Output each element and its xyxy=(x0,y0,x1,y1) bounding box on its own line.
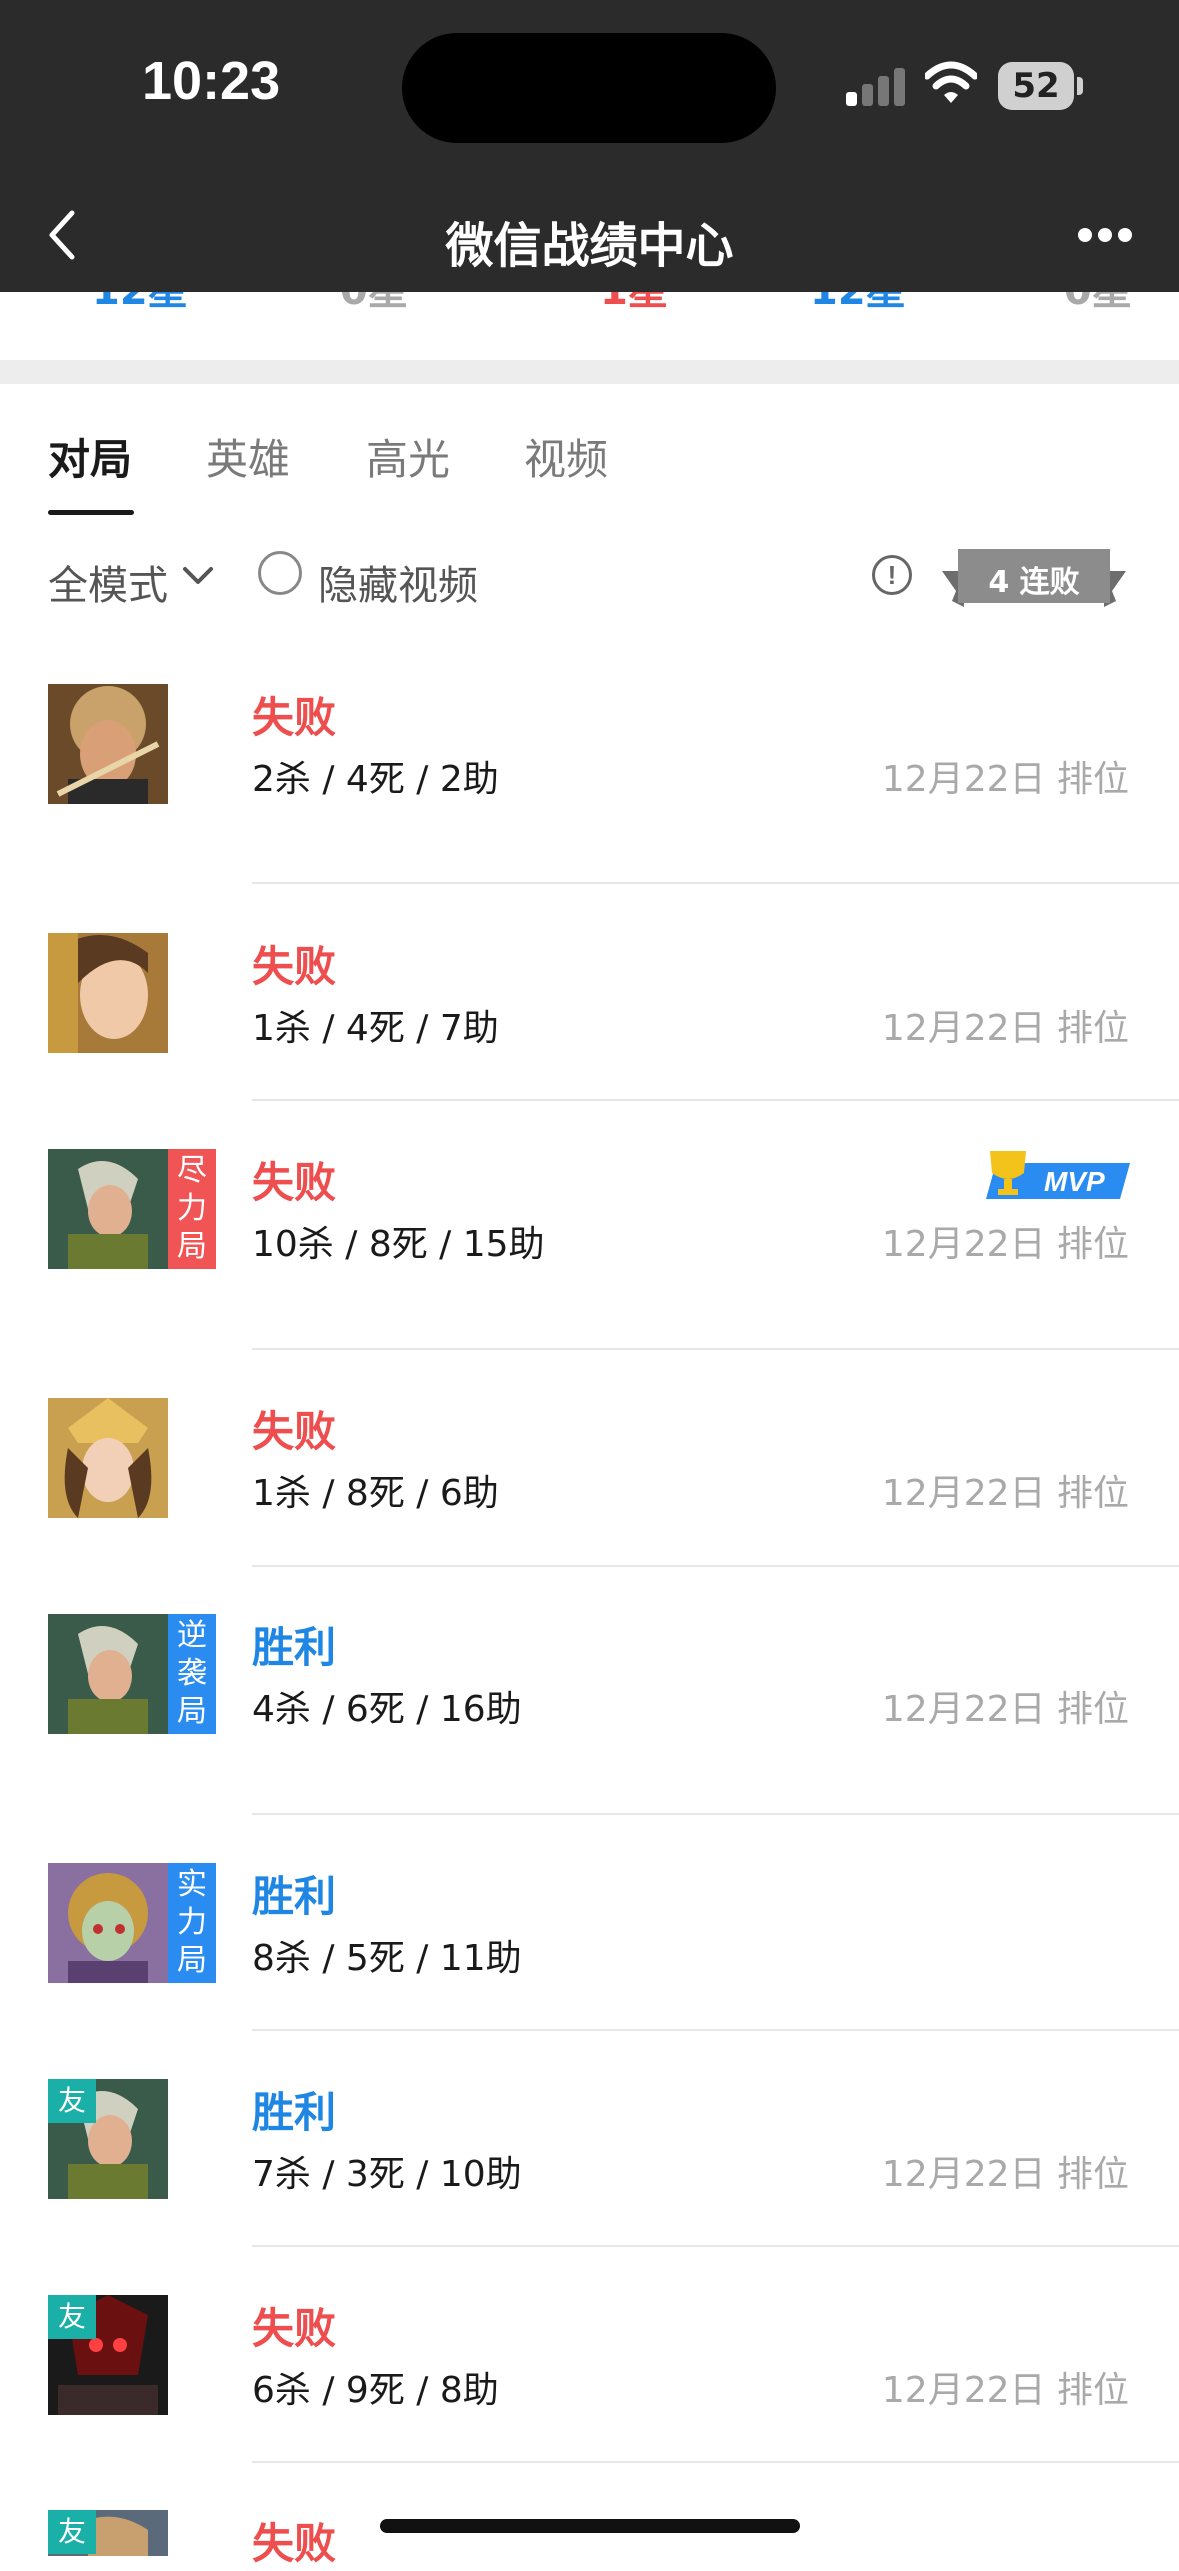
wifi-icon xyxy=(925,61,977,103)
friend-tag: 友 xyxy=(48,2079,96,2123)
row-separator xyxy=(252,2461,1179,2463)
match-result: 胜利 xyxy=(252,1623,337,1672)
hero-avatar xyxy=(48,933,168,1053)
match-result: 胜利 xyxy=(252,2088,337,2137)
row-separator xyxy=(252,1348,1179,1350)
match-result: 失败 xyxy=(252,2304,337,2353)
hide-video-radio[interactable] xyxy=(258,551,302,595)
match-result: 失败 xyxy=(252,1407,337,1456)
hide-video-label[interactable]: 隐藏视频 xyxy=(318,553,478,611)
chevron-down-icon[interactable] xyxy=(182,565,214,587)
tab-videos[interactable]: 视频 xyxy=(524,426,608,487)
hero-portrait-icon xyxy=(48,1149,168,1269)
match-kda: 2杀 / 4死 / 2助 xyxy=(252,759,499,800)
hero-portrait-icon xyxy=(48,1863,168,1983)
mvp-trophy-badge: MVP xyxy=(986,1151,1130,1199)
match-kda: 10杀 / 8死 / 15助 xyxy=(252,1224,545,1265)
cellular-signal-icon xyxy=(846,66,906,106)
match-tag-comeback: 逆袭局 xyxy=(168,1614,216,1734)
match-result: 胜利 xyxy=(252,1872,337,1921)
match-result: 失败 xyxy=(252,693,337,742)
battery-level: 52 xyxy=(1012,66,1060,106)
hero-avatar xyxy=(48,1398,168,1518)
match-result: 失败 xyxy=(252,1158,337,1207)
match-kda: 4杀 / 6死 / 16助 xyxy=(252,1689,522,1730)
match-kda: 1杀 / 8死 / 6助 xyxy=(252,1473,499,1514)
friend-tag: 友 xyxy=(48,2295,96,2339)
match-meta: 12月22日 排位 xyxy=(881,1473,1129,1514)
filter-row: 全模式 隐藏视频 ! 4 连败 xyxy=(0,545,1179,609)
match-tag-best-effort: 尽力局 xyxy=(168,1149,216,1269)
hero-portrait-icon xyxy=(48,684,168,804)
mvp-label: MVP xyxy=(1044,1166,1105,1197)
match-kda: 6杀 / 9死 / 8助 xyxy=(252,2370,499,2411)
match-meta: 12月22日 排位 xyxy=(881,1689,1129,1730)
match-kda: 1杀 / 4死 / 7助 xyxy=(252,1008,499,1049)
battery-icon: 52 xyxy=(998,62,1074,110)
match-meta: 12月22日 排位 xyxy=(881,2370,1129,2411)
streak-text: 4 连败 xyxy=(988,565,1080,600)
tab-highlights[interactable]: 高光 xyxy=(366,426,450,487)
losing-streak-badge: 4 连败 xyxy=(938,545,1130,617)
match-result: 失败 xyxy=(252,2519,337,2568)
hero-avatar xyxy=(48,1149,168,1269)
more-options-icon[interactable] xyxy=(1078,222,1132,248)
tab-heroes[interactable]: 英雄 xyxy=(206,426,290,487)
hero-portrait-icon xyxy=(48,1614,168,1734)
tab-bar: 对局 英雄 高光 视频 xyxy=(0,418,1179,518)
hero-avatar xyxy=(48,1863,168,1983)
row-separator xyxy=(252,1565,1179,1567)
hero-avatar xyxy=(48,684,168,804)
row-separator xyxy=(252,2245,1179,2247)
match-meta: 12月22日 排位 xyxy=(881,1224,1129,1265)
mode-dropdown[interactable]: 全模式 xyxy=(48,553,168,611)
section-divider xyxy=(0,360,1179,384)
row-separator xyxy=(252,882,1179,884)
hero-avatar xyxy=(48,1614,168,1734)
row-separator xyxy=(252,1099,1179,1101)
dynamic-island xyxy=(402,33,776,143)
info-icon[interactable]: ! xyxy=(872,555,912,595)
friend-tag: 友 xyxy=(48,2510,96,2554)
match-kda: 8杀 / 5死 / 11助 xyxy=(252,1938,522,1979)
battery-nub xyxy=(1077,77,1083,95)
hero-portrait-icon xyxy=(48,1398,168,1518)
active-tab-indicator xyxy=(48,510,134,515)
home-indicator xyxy=(380,2519,800,2533)
page-title: 微信战绩中心 xyxy=(445,218,734,274)
status-time: 10:23 xyxy=(142,51,281,111)
tab-matches[interactable]: 对局 xyxy=(48,426,132,487)
top-bar: 10:23 52 微信战绩中心 xyxy=(0,0,1179,292)
match-meta: 12月22日 排位 xyxy=(881,2154,1129,2195)
match-tag-skill: 实力局 xyxy=(168,1863,216,1983)
hero-portrait-icon xyxy=(48,933,168,1053)
match-result: 失败 xyxy=(252,942,337,991)
match-meta: 12月22日 排位 xyxy=(881,759,1129,800)
match-kda: 7杀 / 3死 / 10助 xyxy=(252,2154,522,2195)
row-separator xyxy=(252,2029,1179,2031)
match-meta: 12月22日 排位 xyxy=(881,1008,1129,1049)
row-separator xyxy=(252,1813,1179,1815)
